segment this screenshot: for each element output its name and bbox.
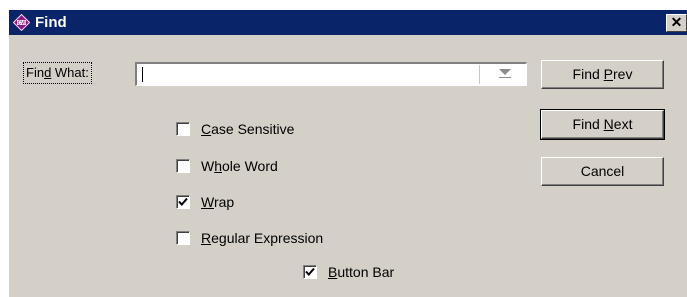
button-bar-checkbox[interactable] [303,265,317,279]
checkmark-icon [178,197,188,206]
find-dialog: CVI Find ✕ Find What: Find Prev Find Nex… [9,10,687,297]
find-what-label-post: What: [51,65,89,80]
case-sensitive-label: Case Sensitive [201,121,295,137]
checkmark-icon [305,267,315,276]
case-sensitive-checkbox[interactable] [176,122,190,136]
cvi-app-icon: CVI [13,14,30,31]
find-next-label-pre: Find [572,116,604,132]
find-what-label: Find What: [23,62,92,84]
find-prev-label-post: rev [613,66,633,82]
find-next-button[interactable]: Find Next [540,109,665,140]
whole-word-label: Whole Word [201,158,278,174]
find-what-input[interactable] [137,64,483,85]
combo-separator [479,65,480,84]
find-what-label-pre: Fin [26,65,45,80]
button-bar-label: Button Bar [328,264,395,280]
close-icon: ✕ [670,14,683,30]
whole-word-checkbox[interactable] [176,159,190,173]
wrap-checkbox[interactable] [176,195,190,209]
find-what-dropdown-button[interactable] [485,64,525,85]
close-button[interactable]: ✕ [666,14,687,32]
find-next-label-accel: N [603,116,614,132]
regular-expression-checkbox[interactable] [176,231,190,245]
svg-text:CVI: CVI [17,20,26,26]
find-prev-button[interactable]: Find Prev [541,60,664,89]
regular-expression-label: Regular Expression [201,230,324,246]
title-bar[interactable]: CVI Find ✕ [9,10,687,35]
text-caret [142,67,143,82]
cancel-label: Cancel [580,163,625,179]
window-title: Find [35,14,67,31]
cancel-button[interactable]: Cancel [541,157,664,186]
find-what-combobox[interactable] [135,62,527,86]
wrap-label: Wrap [201,194,235,210]
find-next-label-post: ext [613,116,633,132]
chevron-down-icon [499,69,511,78]
find-prev-label-pre: Find [572,66,604,82]
find-prev-label-accel: P [603,66,613,82]
